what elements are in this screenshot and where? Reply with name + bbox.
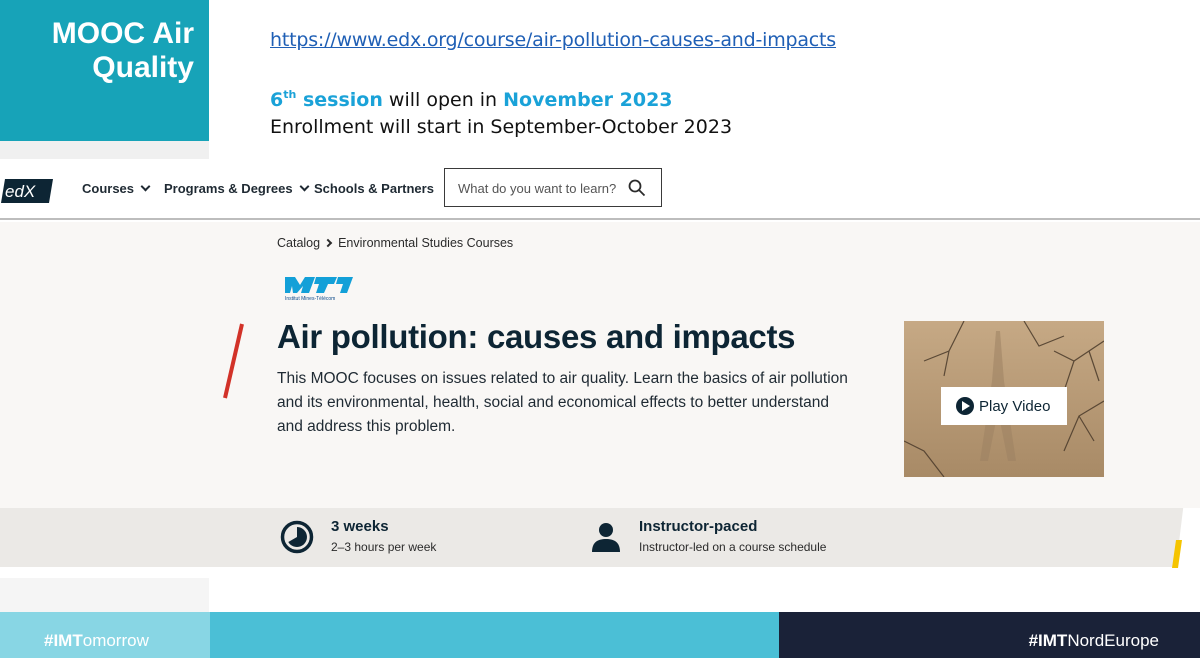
course-description: This MOOC focuses on issues related to a… — [277, 370, 848, 435]
instructor-icon — [592, 523, 620, 552]
breadcrumb-environmental-studies[interactable]: Environmental Studies Courses — [338, 236, 513, 250]
pace-subtitle: Instructor-led on a course schedule — [639, 540, 827, 554]
accent-slash — [223, 323, 244, 399]
course-hero: Catalog Environmental Studies Courses Ins… — [0, 222, 1200, 508]
enrollment-text: Enrollment will start in September-Octob… — [270, 116, 733, 138]
hashtag-rest: omorrow — [82, 631, 149, 650]
session-middle-text: will open in — [382, 89, 504, 111]
play-video-label: Play Video — [979, 397, 1051, 415]
nav-courses[interactable]: Courses — [82, 181, 151, 196]
hashtag-imt-tomorrow: #IMTomorrow — [44, 631, 149, 651]
footer-right: #IMTNordEurope — [779, 612, 1200, 658]
footer-left: #IMTomorrow — [0, 612, 210, 658]
accent-yellow-mark — [1172, 540, 1182, 568]
clock-icon — [280, 520, 314, 554]
course-url-link[interactable]: https://www.edx.org/course/air-pollution… — [270, 26, 836, 54]
hashtag-bold: #IMT — [44, 631, 83, 650]
chevron-down-icon — [299, 181, 310, 192]
pace-info: Instructor-paced Instructor-led on a cou… — [639, 518, 826, 554]
slide-title-line1: MOOC Air — [51, 17, 194, 50]
hashtag-imt-nordeurope: #IMTNordEurope — [1029, 631, 1159, 651]
hashtag-rest: NordEurope — [1067, 631, 1159, 650]
slide-title-line2: Quality — [92, 51, 194, 84]
nav-schools-label: Schools & Partners — [314, 181, 434, 196]
footer-left-top — [0, 578, 209, 612]
nav-programs-degrees[interactable]: Programs & Degrees — [164, 181, 310, 196]
edx-header: edX Courses Programs & Degrees Schools &… — [0, 159, 1200, 220]
search-icon[interactable] — [628, 179, 646, 197]
duration-title: 3 weeks — [331, 518, 389, 535]
breadcrumb-catalog[interactable]: Catalog — [277, 236, 320, 250]
edx-logo-text: edX — [5, 182, 36, 201]
title-box-shadow — [0, 141, 209, 159]
hashtag-bold: #IMT — [1028, 631, 1068, 650]
course-info-bar: 3 weeks 2–3 hours per week Instructor-pa… — [0, 508, 1200, 567]
pace-title: Instructor-paced — [639, 518, 758, 535]
breadcrumb: Catalog Environmental Studies Courses — [277, 236, 513, 250]
duration-info: 3 weeks 2–3 hours per week — [331, 518, 436, 554]
session-label: 6th session — [270, 88, 383, 111]
slide-title: MOOC Air Quality — [0, 0, 209, 141]
search-input[interactable]: What do you want to learn? — [444, 168, 662, 207]
nav-courses-label: Courses — [82, 181, 135, 196]
video-thumbnail[interactable]: Play Video — [904, 321, 1104, 477]
edx-logo[interactable]: edX — [1, 179, 53, 203]
chevron-right-icon — [323, 238, 333, 248]
session-ordinal-suffix: th — [283, 88, 297, 101]
session-word: session — [296, 89, 383, 111]
session-ordinal: 6 — [270, 89, 284, 111]
nav-schools-partners[interactable]: Schools & Partners — [314, 181, 434, 196]
imt-logo[interactable]: Institut Mines-Télécom — [285, 274, 353, 302]
slide-info: https://www.edx.org/course/air-pollution… — [270, 26, 836, 141]
session-date: November 2023 — [503, 89, 673, 111]
course-title: Air pollution: causes and impacts — [277, 318, 796, 355]
session-line: 6th session will open in November 2023 — [270, 82, 836, 113]
play-video-button[interactable]: Play Video — [941, 387, 1067, 425]
play-icon — [956, 397, 974, 415]
search-placeholder: What do you want to learn? — [458, 181, 617, 196]
duration-subtitle: 2–3 hours per week — [331, 540, 437, 554]
nav-programs-label: Programs & Degrees — [164, 181, 293, 196]
chevron-down-icon — [140, 181, 151, 192]
imt-logo-text: Institut Mines-Télécom — [285, 296, 335, 302]
footer-middle — [210, 612, 779, 658]
